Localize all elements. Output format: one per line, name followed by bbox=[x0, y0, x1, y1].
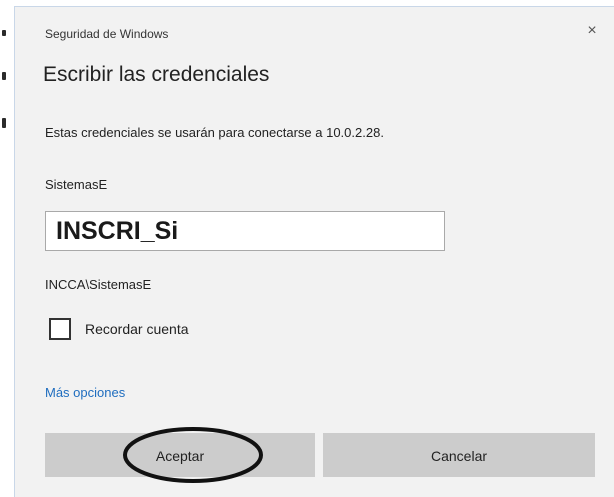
accept-button[interactable]: Aceptar bbox=[45, 433, 315, 477]
remember-account-checkbox[interactable] bbox=[49, 318, 71, 340]
window-title: Seguridad de Windows bbox=[45, 27, 169, 41]
background-window bbox=[0, 0, 14, 497]
more-options-link[interactable]: Más opciones bbox=[45, 385, 125, 400]
username-label: SistemasE bbox=[45, 177, 108, 192]
cancel-button[interactable]: Cancelar bbox=[323, 433, 595, 477]
remember-account-label[interactable]: Recordar cuenta bbox=[85, 321, 189, 337]
password-field[interactable] bbox=[45, 211, 445, 251]
dialog-description: Estas credenciales se usarán para conect… bbox=[45, 125, 384, 140]
close-icon[interactable]: × bbox=[582, 21, 602, 41]
domain-user-label: INCCA\SistemasE bbox=[45, 277, 152, 292]
background-fragment bbox=[2, 72, 6, 80]
dialog-heading: Escribir las credenciales bbox=[43, 63, 270, 86]
background-fragment bbox=[2, 118, 6, 128]
credentials-dialog: Seguridad de Windows × Escribir las cred… bbox=[14, 6, 614, 497]
screen: Seguridad de Windows × Escribir las cred… bbox=[0, 0, 614, 497]
background-fragment bbox=[2, 30, 6, 36]
